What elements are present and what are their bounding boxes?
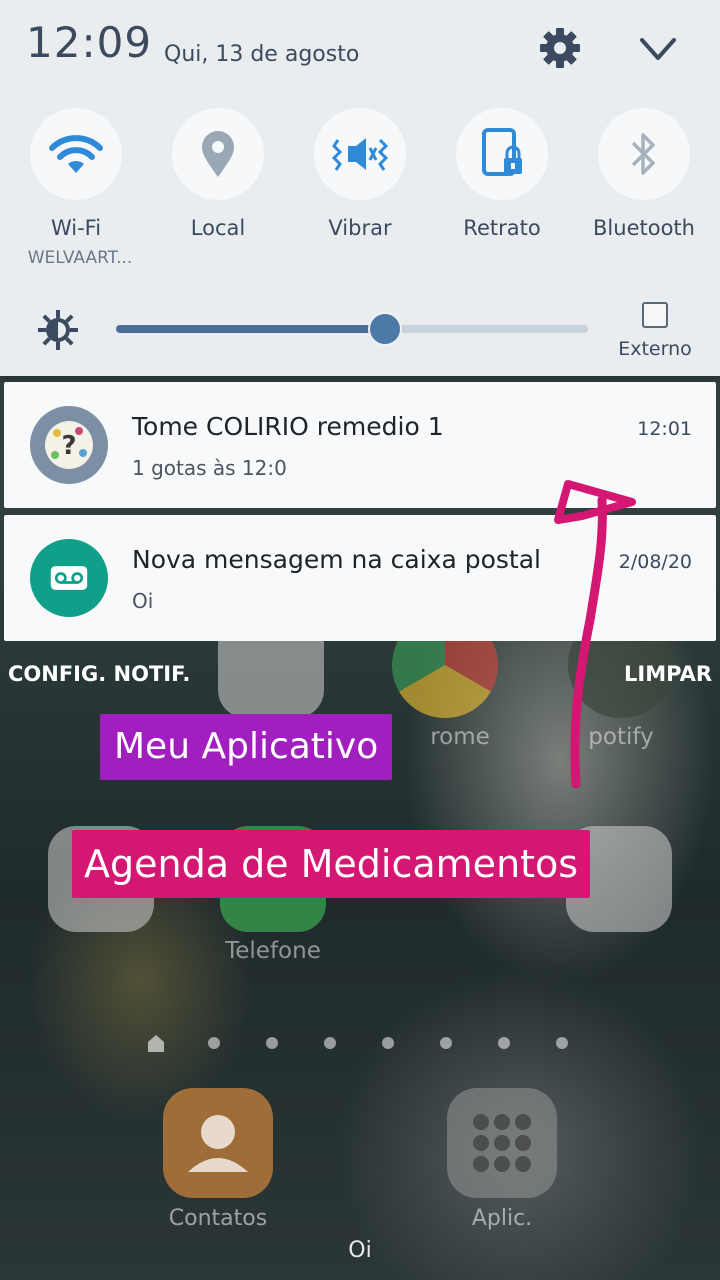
qs-label: Bluetooth [593,216,695,240]
qs-vibrate[interactable]: Vibrar [290,108,430,240]
brightness-slider[interactable] [116,312,588,346]
qs-wifi-button[interactable] [30,108,122,200]
external-label: Externo [618,338,692,360]
notification-title: Tome COLIRIO remedio 1 [132,412,444,441]
qs-location[interactable]: Local [148,108,288,240]
notification-settings-button[interactable]: CONFIG. NOTIF. [8,662,190,686]
location-pin-icon [202,131,234,177]
collapse-button[interactable] [636,30,680,70]
page-indicator [140,1033,580,1053]
annotation-app-name: Agenda de Medicamentos [72,830,591,898]
home-indicator-icon [148,1035,164,1052]
page-dot [556,1037,568,1049]
qs-portrait-button[interactable] [456,108,548,200]
external-checkbox[interactable] [642,302,668,328]
qs-bluetooth[interactable]: Bluetooth [574,108,714,240]
page-dot [266,1037,278,1049]
vibrate-icon [331,138,389,171]
annotation-my-app: Meu Aplicativo [100,714,393,780]
qs-vibrate-button[interactable] [314,108,406,200]
dock-app-apps[interactable]: Aplic. [432,1088,572,1231]
qs-bluetooth-button[interactable] [598,108,690,200]
notification-time: 12:01 [637,418,692,440]
page-dot [324,1037,336,1049]
notification-text: Oi [132,589,154,613]
page-dot [382,1037,394,1049]
qs-wifi[interactable]: Wi-Fi [6,108,146,240]
qs-label: Wi-Fi [50,216,102,240]
gear-icon [540,28,580,68]
portrait-lock-icon [482,128,522,176]
chevron-down-icon [640,38,676,60]
qs-label: Local [190,216,246,240]
settings-button[interactable] [536,24,584,72]
qs-portrait[interactable]: Retrato [432,108,572,240]
wifi-icon [49,135,103,173]
clock: 12:09 [26,18,153,67]
annotation-arrow [554,480,636,789]
dock-label: Aplic. [471,1206,533,1231]
svg-text:?: ? [61,431,76,461]
wifi-network-name: WELVAART... [27,248,133,268]
dock-app-contacts[interactable]: Contatos [148,1088,288,1231]
apps-grid-icon [447,1088,557,1198]
qs-label: Retrato [463,216,541,240]
medication-app-icon: ? [30,406,108,484]
brightness-thumb[interactable] [368,312,402,346]
brightness-icon [38,310,78,350]
contacts-icon [163,1088,273,1198]
bottom-text: Oi [348,1238,372,1263]
qs-label: Vibrar [328,216,392,240]
notification-text: 1 gotas às 12:0 [132,456,287,480]
app-label: Telefone [225,938,321,964]
page-dot [208,1037,220,1049]
dock-label: Contatos [168,1206,268,1231]
notification-title: Nova mensagem na caixa postal [132,545,541,574]
bluetooth-icon [631,133,655,175]
brightness-fill [116,325,385,333]
date: Qui, 13 de agosto [164,42,360,67]
voicemail-icon [30,539,108,617]
qs-location-button[interactable] [172,108,264,200]
page-dot [440,1037,452,1049]
page-dot [498,1037,510,1049]
notification-shade: 12:09 Qui, 13 de agosto Wi-Fi WELVAART..… [0,0,720,376]
app-label: rome [430,724,490,750]
